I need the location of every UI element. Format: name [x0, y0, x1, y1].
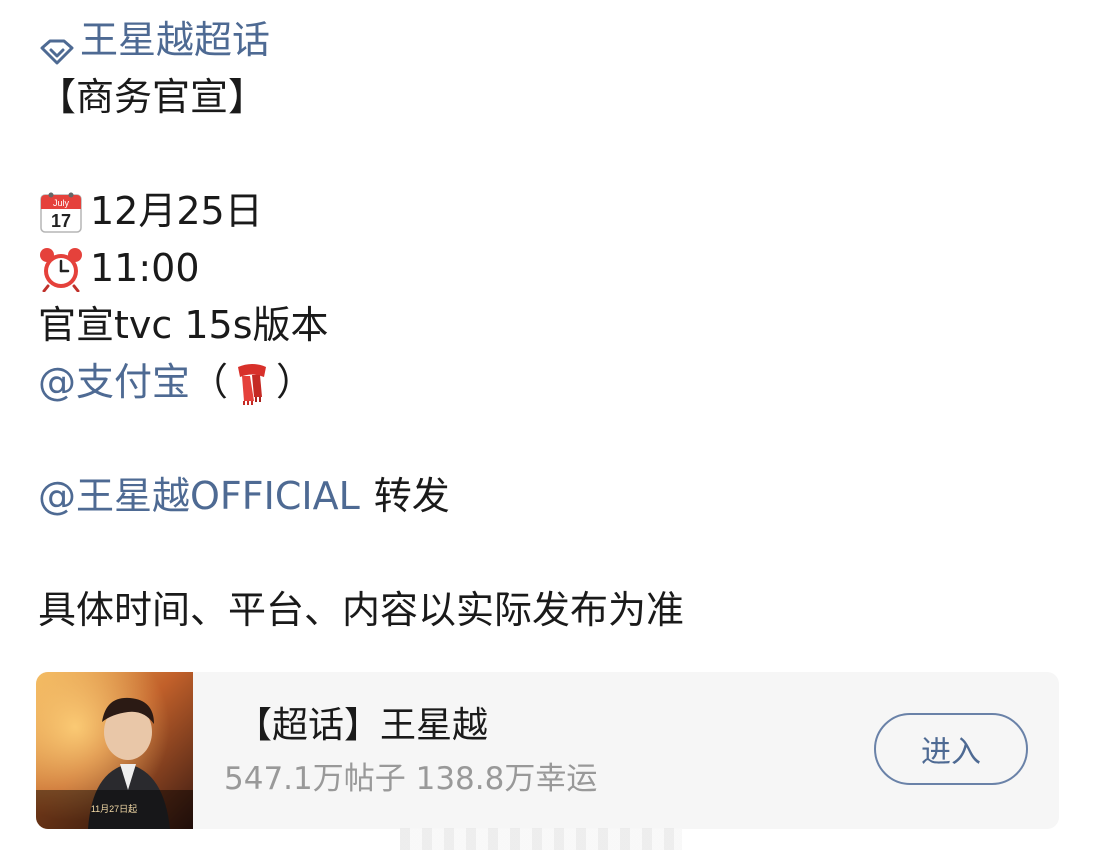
time-text: 11:00 [90, 246, 200, 290]
calendar-month: July [53, 198, 70, 208]
brand-mention-line: @支付宝 （ ） [38, 354, 1058, 411]
card-title: 【超话】王星越 [236, 705, 489, 746]
paren-open: （ [190, 360, 229, 404]
calendar-icon: July 17 [38, 189, 84, 235]
category-tag: 【商务官宣】 [38, 75, 267, 119]
content-line: 官宣tvc 15s版本 [38, 303, 329, 347]
alarm-clock-icon [38, 246, 84, 292]
mention-official-link[interactable]: @王星越OFFICIAL [38, 468, 360, 525]
date-text: 12月25日 [90, 189, 263, 233]
calendar-day: 17 [51, 211, 71, 231]
card-stats: 547.1万帖子 138.8万幸运 [224, 761, 598, 797]
date-line: July 17 12月25日 [38, 183, 1058, 240]
repost-line: @王星越OFFICIAL 转发 [38, 468, 1058, 525]
scarf-icon [232, 361, 272, 405]
mention-alipay-link[interactable]: @支付宝 [38, 354, 190, 411]
supertopic-poster-image: 11月27日起 [36, 672, 193, 829]
enter-button[interactable]: 进入 [874, 713, 1028, 785]
paren-close: ） [276, 360, 315, 404]
weibo-post: 王星越超话 【商务官宣】 July 17 12月25日 11:00 官宣tvc … [38, 12, 1058, 639]
poster-date-text: 11月27日起 [91, 804, 137, 814]
diamond-icon [38, 26, 76, 64]
disclaimer-text: 具体时间、平台、内容以实际发布为准 [38, 588, 685, 632]
supertopic-card[interactable]: 11月27日起 【超话】王星越 547.1万帖子 138.8万幸运 进入 [36, 672, 1059, 829]
supertopic-link[interactable]: 王星越超话 [38, 12, 1058, 69]
faded-text-strip [400, 828, 682, 850]
repost-label: 转发 [373, 474, 450, 518]
time-line: 11:00 [38, 240, 1058, 297]
supertopic-label: 王星越超话 [80, 18, 271, 62]
